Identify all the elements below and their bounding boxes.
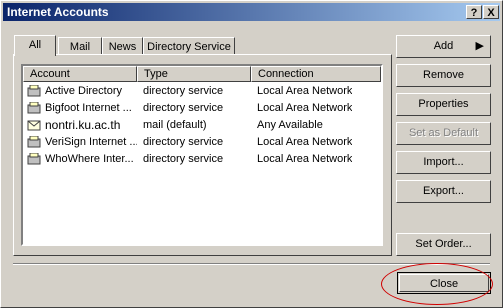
column-header-connection[interactable]: Connection: [251, 66, 381, 82]
directory-service-icon: [27, 153, 41, 165]
remove-button-label: Remove: [423, 69, 464, 81]
column-header-type[interactable]: Type: [137, 66, 251, 82]
set-order-button[interactable]: Set Order...: [396, 233, 491, 256]
internet-accounts-window: Internet Accounts ? X All Mail News Dire…: [0, 0, 503, 308]
directory-service-icon: [27, 136, 41, 148]
account-row[interactable]: nontri.ku.ac.th mail (default) Any Avail…: [23, 117, 381, 134]
tab-mail-label: Mail: [69, 41, 91, 53]
import-button-label: Import...: [423, 156, 464, 168]
column-header-account[interactable]: Account: [23, 66, 137, 82]
tab-all[interactable]: All: [14, 35, 56, 56]
tab-all-label: All: [28, 39, 42, 51]
account-type: mail (default): [143, 119, 207, 131]
account-name: VeriSign Internet ...: [45, 136, 137, 148]
account-row[interactable]: Active Directory directory service Local…: [23, 83, 381, 100]
account-type: directory service: [143, 102, 224, 114]
account-connection: Any Available: [257, 119, 323, 131]
close-window-button[interactable]: X: [483, 5, 499, 19]
export-button[interactable]: Export...: [396, 180, 491, 203]
set-order-button-label: Set Order...: [415, 238, 472, 250]
import-button[interactable]: Import...: [396, 151, 491, 174]
account-type: directory service: [143, 153, 224, 165]
account-name: Active Directory: [45, 85, 123, 97]
window-title: Internet Accounts: [7, 5, 109, 19]
directory-service-icon: [27, 85, 41, 97]
account-type: directory service: [143, 136, 224, 148]
set-as-default-button-label: Set as Default: [408, 127, 479, 139]
properties-button-label: Properties: [418, 98, 469, 110]
add-button[interactable]: Add ▶: [396, 35, 491, 58]
account-row[interactable]: WhoWhere Inter... directory service Loca…: [23, 151, 381, 168]
accounts-list[interactable]: Account Type Connection Active Directory…: [21, 64, 383, 246]
add-button-label: Add: [433, 40, 454, 52]
export-button-label: Export...: [423, 185, 464, 197]
account-name: nontri.ku.ac.th: [45, 118, 121, 132]
chevron-right-icon: ▶: [475, 40, 484, 52]
account-type: directory service: [143, 85, 224, 97]
set-as-default-button[interactable]: Set as Default: [396, 122, 491, 145]
account-row[interactable]: VeriSign Internet ... directory service …: [23, 134, 381, 151]
title-bar[interactable]: Internet Accounts ? X: [3, 3, 500, 21]
annotation-ellipse: [381, 263, 493, 305]
account-name: WhoWhere Inter...: [45, 153, 134, 165]
tab-mail[interactable]: Mail: [58, 37, 102, 55]
tab-directory-service-label: Directory Service: [147, 41, 231, 53]
tab-directory-service[interactable]: Directory Service: [143, 37, 235, 55]
account-connection: Local Area Network: [257, 153, 353, 165]
account-connection: Local Area Network: [257, 136, 353, 148]
help-button[interactable]: ?: [466, 5, 482, 19]
account-row[interactable]: Bigfoot Internet ... directory service L…: [23, 100, 381, 117]
account-name: Bigfoot Internet ...: [45, 102, 132, 114]
properties-button[interactable]: Properties: [396, 93, 491, 116]
tab-news[interactable]: News: [102, 37, 143, 55]
tab-news-label: News: [108, 41, 137, 53]
mail-icon: [27, 120, 41, 131]
account-connection: Local Area Network: [257, 85, 353, 97]
remove-button[interactable]: Remove: [396, 64, 491, 87]
directory-service-icon: [27, 102, 41, 114]
account-connection: Local Area Network: [257, 102, 353, 114]
